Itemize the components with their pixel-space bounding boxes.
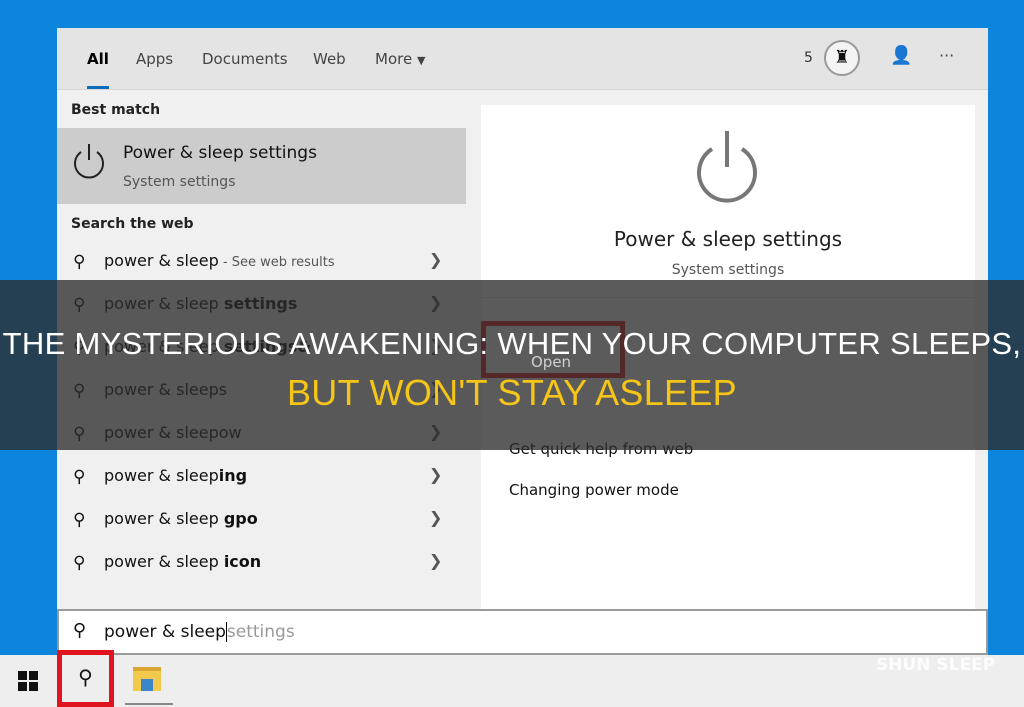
- watermark: SHUN SLEEP: [876, 655, 996, 675]
- suggestion-text: settings: [226, 622, 295, 642]
- feedback-icon[interactable]: 👤: [890, 45, 912, 66]
- chevron-right-icon[interactable]: ❯: [429, 508, 442, 527]
- chevron-right-icon[interactable]: ❯: [429, 250, 442, 269]
- changing-power-mode-action[interactable]: Changing power mode: [509, 481, 679, 499]
- result-base: power & sleep: [104, 509, 224, 528]
- result-suffix: ing: [218, 466, 248, 485]
- result-suffix: gpo: [223, 509, 258, 528]
- title-banner: THE MYSTERIOUS AWAKENING: WHEN YOUR COMP…: [0, 280, 1024, 450]
- result-base: power & sleep: [104, 466, 219, 485]
- windows-start-icon[interactable]: [18, 671, 38, 691]
- typed-text: power & sleep: [104, 622, 227, 642]
- tab-all[interactable]: All: [87, 50, 109, 89]
- preview-subtitle: System settings: [671, 262, 785, 278]
- taskbar-search-button[interactable]: ⚲: [57, 650, 114, 707]
- file-explorer-icon[interactable]: [133, 667, 161, 691]
- web-result-text: power & sleeping: [104, 466, 247, 485]
- result-hint: - See web results: [218, 255, 335, 270]
- search-icon: ⚲: [73, 252, 86, 272]
- best-match-subtitle: System settings: [123, 174, 236, 190]
- search-text: power & sleepsettings: [104, 622, 295, 642]
- best-match-title: Power & sleep settings: [123, 143, 317, 163]
- tab-more-label: More: [375, 50, 413, 68]
- result-base: power & sleep: [104, 251, 219, 270]
- file-explorer-active-bar: [125, 703, 173, 705]
- banner-line-2: BUT WON'T STAY ASLEEP: [287, 372, 737, 413]
- chevron-right-icon[interactable]: ❯: [429, 465, 442, 484]
- chevron-right-icon[interactable]: ❯: [429, 551, 442, 570]
- web-result-item[interactable]: ⚲ power & sleep icon ❯: [57, 541, 466, 584]
- caret-down-icon: ▼: [416, 54, 426, 67]
- search-input[interactable]: ⚲ power & sleepsettings: [57, 609, 988, 655]
- result-base: power & sleep: [104, 552, 224, 571]
- tab-web[interactable]: Web: [313, 50, 346, 68]
- search-icon: ⚲: [73, 510, 86, 530]
- more-icon[interactable]: ···: [939, 46, 954, 65]
- tab-apps[interactable]: Apps: [136, 50, 173, 68]
- best-match-heading: Best match: [71, 102, 161, 118]
- web-result-text: power & sleep - See web results: [104, 251, 335, 270]
- best-match-item[interactable]: Power & sleep settings System settings: [57, 128, 466, 204]
- tab-more[interactable]: More ▼: [375, 50, 425, 68]
- web-result-item[interactable]: ⚲ power & sleep gpo ❯: [57, 498, 466, 541]
- power-icon: [74, 144, 104, 179]
- preview-title: Power & sleep settings: [613, 227, 843, 251]
- banner-line-1: THE MYSTERIOUS AWAKENING: WHEN YOUR COMP…: [2, 326, 1022, 361]
- web-result-text: power & sleep icon: [104, 552, 261, 571]
- web-result-text: power & sleep gpo: [104, 509, 258, 528]
- search-icon: ⚲: [73, 553, 86, 573]
- tab-bar: All Apps Documents Web More ▼ 5 ♜ 👤 ···: [57, 28, 988, 90]
- search-web-heading: Search the web: [71, 216, 194, 232]
- search-icon: ⚲: [73, 467, 86, 487]
- points-count: 5: [804, 50, 813, 66]
- web-result-item[interactable]: ⚲ power & sleeping ❯: [57, 455, 466, 498]
- trophy-icon[interactable]: ♜: [824, 40, 860, 76]
- taskbar: ⚲ SHUN SLEEP: [0, 650, 1024, 707]
- search-icon: ⚲: [73, 620, 87, 641]
- tab-documents[interactable]: Documents: [202, 50, 288, 68]
- result-suffix: icon: [223, 552, 262, 571]
- open-label: Open: [531, 353, 572, 371]
- web-result-item[interactable]: ⚲ power & sleep - See web results ❯: [57, 240, 466, 283]
- power-icon-large: [697, 131, 757, 203]
